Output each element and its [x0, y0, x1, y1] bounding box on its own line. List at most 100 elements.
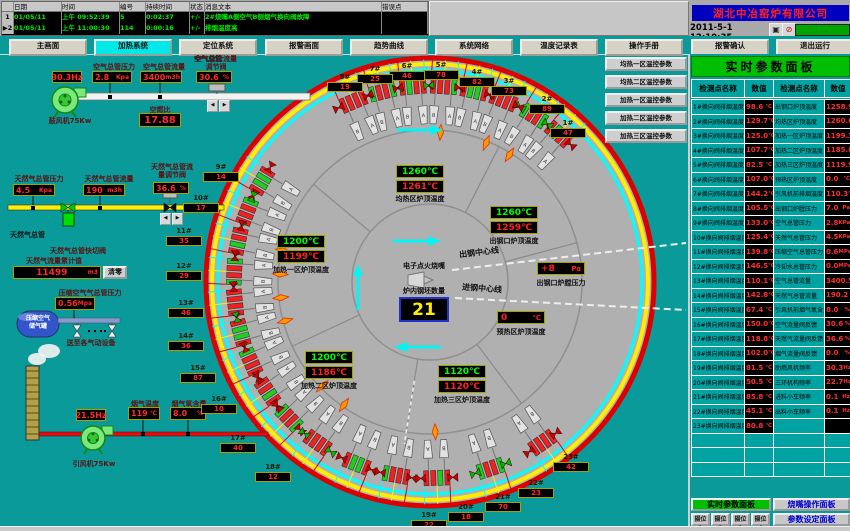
gas-valve-jog: ◀ ▶ [160, 213, 183, 225]
panel-value: 144.2 [746, 190, 768, 198]
alarm-cell: 01/05/11 [14, 12, 62, 23]
panel-unit: ℃ [843, 176, 850, 182]
panel-value-cell: 190.2 [825, 289, 850, 303]
panel-value: 0.0 [826, 349, 838, 357]
station-value-display-21#: 70 [485, 502, 521, 512]
panel-value: 36.6 [826, 335, 843, 343]
camera-position-button-1[interactable]: 摄位2 [711, 513, 730, 526]
panel-value-cell: 85.8℃ [745, 390, 773, 404]
panel-unit: ℃ [768, 176, 773, 182]
panel-value-cell: 1199.3℃ [825, 129, 850, 143]
zone-param-button-3[interactable]: 加热二区温控参数 [605, 111, 687, 125]
alarm-row[interactable]: ▶201/05/11上午 11:00:301140:00:16+/-排烟温度高 [2, 23, 428, 34]
station-label-20#: 20# [446, 503, 486, 511]
alarm-cell: 01/05/11 [14, 23, 62, 34]
panel-value-cell: 118.8℃ [745, 332, 773, 346]
panel-name-cell: 10#换向阀排烟温度 [692, 231, 744, 245]
panel-value-cell: 0.1Hz [825, 390, 850, 404]
gas-jog-open-icon[interactable]: ◀ [160, 213, 171, 225]
panel-name-cell: 出料小车频率 [774, 405, 824, 419]
panel-value: 133.0 [746, 219, 768, 227]
station-label-11#: 11# [164, 227, 204, 235]
zone-value-display: 0℃ [497, 311, 545, 324]
panel-unit: KPa [838, 234, 850, 240]
panel-name-cell [774, 448, 824, 462]
camera-position-button-3[interactable]: 摄位4 [751, 513, 770, 526]
realtime-panel-button[interactable]: 实时参数面板 [691, 498, 771, 511]
billet-count-label: 炉内钢坯数量 [390, 286, 458, 296]
panel-unit: Hz [842, 408, 850, 414]
induced-draft-fan-icon [81, 426, 113, 454]
panel-value: 142.8 [746, 291, 768, 299]
panel-column-headers: 检测点名称数值检测点名称数值 [691, 79, 850, 98]
panel-header-cell: 检测点名称 [692, 80, 744, 97]
gas-control-valve-icon[interactable] [164, 203, 176, 212]
panel-value-cell: 1260.6℃ [825, 115, 850, 129]
station-label-10#: 10# [181, 194, 221, 202]
company-banner: 湖北中冶窑炉有限公司 [692, 5, 849, 21]
datetime-display: 2011-5-1 12:10:35 [690, 23, 770, 35]
air-jog-open-icon[interactable]: ◀ [207, 100, 218, 112]
zone-param-button-1[interactable]: 均热二区温控参数 [605, 75, 687, 89]
alarm-mute-icon[interactable]: ⊘ [782, 23, 796, 37]
panel-value: 80.8 [746, 422, 763, 430]
panel-value: 118.8 [746, 335, 768, 343]
zone-label: 均热区炉顶温度 [375, 194, 465, 204]
panel-name-cell: 9#换向阀排烟温度 [692, 216, 744, 230]
alarm-table[interactable]: 日期时间编号持续时间状态消息文本错误点101/05/11上午 09:52:395… [1, 1, 429, 36]
air-pressure-display: 2.8Kpa [92, 71, 132, 83]
tank-label-2: 储气罐 [18, 321, 58, 330]
panel-value: 1185.8 [826, 146, 850, 154]
panel-value: 107.7 [746, 146, 768, 154]
gas-quick-cut-valve-icon[interactable] [63, 213, 74, 226]
alarm-col-header: 错误点 [382, 2, 428, 12]
gas-flow-label: 天然气总管流量 [80, 174, 138, 184]
panel-value: 7.0 [826, 204, 838, 212]
zone-param-button-4[interactable]: 加热三区温控参数 [605, 129, 687, 143]
gas-total-clear-button[interactable]: 清零 [103, 266, 127, 279]
air-valve-display: 30.6% [196, 71, 232, 83]
panel-value-cell: 67.4℃ [745, 303, 773, 317]
panel-value: 125.4 [746, 233, 768, 241]
panel-value-cell: 8.0% [825, 303, 850, 317]
panel-value-cell: 129.7℃ [745, 115, 773, 129]
alarm-cell: 114 [120, 23, 146, 34]
panel-unit: ℃ [768, 205, 773, 211]
alarm-row[interactable]: 101/05/11上午 09:52:3950:02:37+/-2#烧嘴A侧空气B… [2, 12, 428, 23]
params-panel-button[interactable]: 参数设定面板 [773, 513, 850, 526]
air-jog-close-icon[interactable]: ▶ [219, 100, 230, 112]
panel-name-cell: 出钢口炉膛压力 [774, 202, 824, 216]
station-value-display-16#: 10 [201, 404, 237, 414]
panel-name-cell: 19#换向阀排烟温度 [692, 361, 744, 375]
panel-value-cell: 50.5℃ [745, 376, 773, 390]
panel-value: 2.8 [826, 219, 838, 227]
panel-value-cell: 125.4℃ [745, 231, 773, 245]
panel-unit: ℃ [768, 350, 773, 356]
panel-name-cell: 13#换向阀排烟温度 [692, 274, 744, 288]
station-value-display-20#: 18 [448, 512, 484, 522]
panel-value: 105.5 [746, 204, 768, 212]
panel-value: 82.5 [746, 161, 763, 169]
panel-value: 4.5 [826, 233, 838, 241]
burner-panel-button[interactable]: 烧嘴操作面板 [773, 498, 850, 511]
panel-name-cell [774, 463, 824, 477]
station-label-15#: 15# [178, 364, 218, 372]
panel-value-cell [745, 448, 773, 462]
alarm-log-icon[interactable]: ▣ [769, 23, 783, 37]
station-label-21#: 21# [483, 493, 523, 501]
chimney [26, 366, 39, 440]
zone-param-button-0[interactable]: 均热一区温控参数 [605, 57, 687, 71]
panel-value: 1199.3 [826, 132, 850, 140]
zone-temp-display: 1259℃ [490, 221, 538, 234]
gas-jog-close-icon[interactable]: ▶ [172, 213, 183, 225]
gas-quick-valve-label: 天然气总管快切阀 [38, 246, 118, 256]
camera-position-button-2[interactable]: 摄位3 [731, 513, 750, 526]
panel-value-cell [745, 463, 773, 477]
zone-param-button-2[interactable]: 加热一区温控参数 [605, 93, 687, 107]
alarm-cell: 上午 11:00:30 [62, 23, 120, 34]
panel-title: 实时参数面板 [691, 56, 850, 77]
zone-unit: Pa [571, 265, 581, 273]
panel-name-cell [774, 434, 824, 448]
camera-position-button-0[interactable]: 摄位1 [691, 513, 710, 526]
panel-value-cell: 30.3Hz [825, 361, 850, 375]
